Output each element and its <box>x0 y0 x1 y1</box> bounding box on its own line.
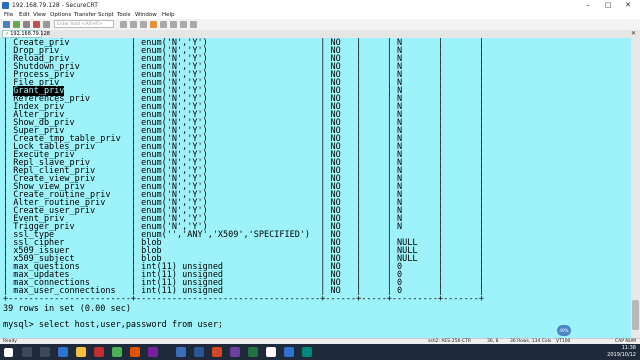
menu-script[interactable]: Script <box>98 11 114 19</box>
clock-time: 11:38 <box>621 345 636 351</box>
terminal-line: +------------------------+--------------… <box>3 294 485 304</box>
task-view-icon[interactable] <box>40 347 50 357</box>
window-title: 192.168.79.128 - SecureCRT <box>12 2 98 9</box>
terminal-scrollbar[interactable] <box>631 38 640 338</box>
find-icon[interactable] <box>140 21 147 28</box>
quick-connect-icon[interactable] <box>13 21 20 28</box>
app-icon-purple[interactable] <box>148 347 158 357</box>
excel-icon[interactable] <box>248 347 258 357</box>
settings-icon[interactable] <box>160 21 167 28</box>
print-icon[interactable] <box>150 21 157 28</box>
paste-icon[interactable] <box>130 21 137 28</box>
minimize-button[interactable]: – <box>578 0 598 11</box>
menu-tools[interactable]: Tools <box>117 11 131 19</box>
reconnect-icon[interactable] <box>43 21 50 28</box>
menu-bar: File Edit View Options Transfer Script T… <box>0 11 640 19</box>
help-icon[interactable] <box>190 21 197 28</box>
menu-edit[interactable]: Edit <box>19 11 30 19</box>
securecrt-app-icon <box>2 2 9 9</box>
powerpoint-icon[interactable] <box>212 347 222 357</box>
tab-close-icon[interactable]: ✕ <box>631 30 636 38</box>
session-tab[interactable]: ✓192.168.79.128 <box>2 30 50 38</box>
taskbar: 11:38 2019/10/12 <box>0 344 640 360</box>
maximize-button[interactable]: □ <box>598 0 618 11</box>
securecrt-taskbar-icon[interactable] <box>176 347 186 357</box>
keymap-icon[interactable] <box>180 21 187 28</box>
vs-icon[interactable] <box>230 347 240 357</box>
search-icon[interactable] <box>22 347 32 357</box>
title-bar: 192.168.79.128 - SecureCRT – □ ✕ <box>0 0 640 11</box>
sftp-icon[interactable] <box>170 21 177 28</box>
connected-check-icon: ✓ <box>5 31 10 37</box>
edge-browser-icon[interactable] <box>58 347 68 357</box>
menu-help[interactable]: Help <box>162 11 175 19</box>
clock-date: 2019/10/12 <box>607 352 636 358</box>
app-icon-teal[interactable] <box>302 347 312 357</box>
scrollbar-thumb[interactable] <box>632 300 639 330</box>
terminal-line: mysql> select host,user,password from us… <box>3 320 224 330</box>
host-input[interactable]: Enter host <Alt+R> <box>54 20 114 28</box>
session-tab-label: 192.168.79.128 <box>10 31 50 37</box>
cursor-badge: 49% <box>557 325 571 336</box>
close-button[interactable]: ✕ <box>618 0 638 11</box>
menu-file[interactable]: File <box>4 11 13 19</box>
app-icon-red[interactable] <box>94 347 104 357</box>
session-tab-bar: ✓192.168.79.128 ✕ <box>0 30 640 38</box>
menu-view[interactable]: View <box>33 11 46 19</box>
terminal-line: 39 rows in set (0.00 sec) <box>3 304 131 314</box>
file-explorer-icon[interactable] <box>76 347 86 357</box>
connect-icon[interactable] <box>3 21 10 28</box>
app-icon-blue[interactable] <box>284 347 294 357</box>
word-icon[interactable] <box>194 347 204 357</box>
menu-options[interactable]: Options <box>50 11 71 19</box>
copy-icon[interactable] <box>120 21 127 28</box>
app-icon-orange[interactable] <box>130 347 140 357</box>
disconnect-icon[interactable] <box>33 21 40 28</box>
menu-window[interactable]: Window <box>135 11 157 19</box>
menu-transfer[interactable]: Transfer <box>74 11 96 19</box>
taskbar-clock[interactable]: 11:38 2019/10/12 <box>596 345 636 359</box>
chrome-icon[interactable] <box>112 347 122 357</box>
connect-tab-icon[interactable] <box>23 21 30 28</box>
windows-start-icon[interactable] <box>4 348 13 357</box>
notepad-icon[interactable] <box>266 347 276 357</box>
terminal-output[interactable]: | Create_priv | enum('N','Y') | NO | | N… <box>0 38 631 338</box>
